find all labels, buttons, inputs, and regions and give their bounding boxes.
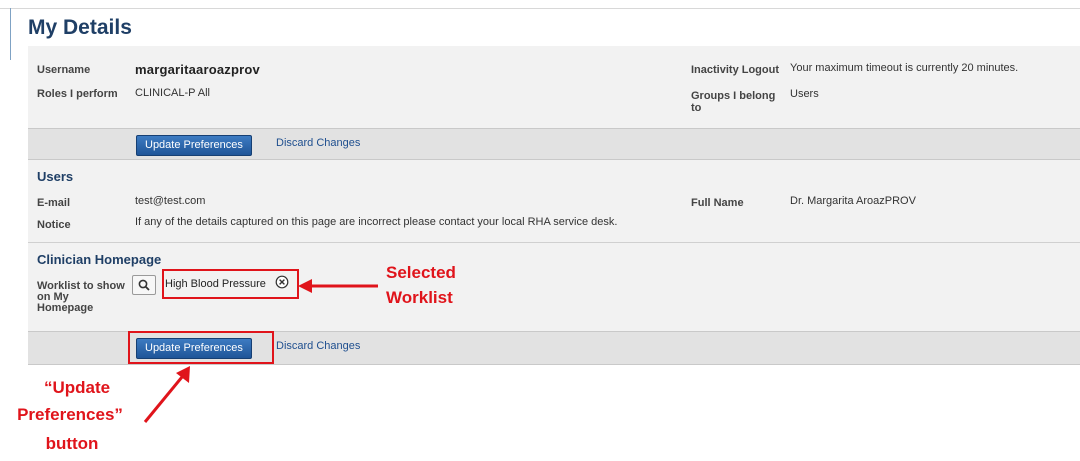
annotation-selected-line2: Worklist — [386, 288, 453, 307]
selected-worklist-arrowhead — [298, 279, 312, 293]
annotation-update-line3: button — [45, 434, 99, 453]
annotation-selected-line1: Selected — [386, 263, 456, 282]
update-button-arrow — [143, 376, 184, 423]
annotation-update-line2: Preferences” — [17, 405, 123, 424]
annotation-arrows — [143, 279, 378, 423]
annotation-update-line1: “Update — [43, 378, 111, 397]
